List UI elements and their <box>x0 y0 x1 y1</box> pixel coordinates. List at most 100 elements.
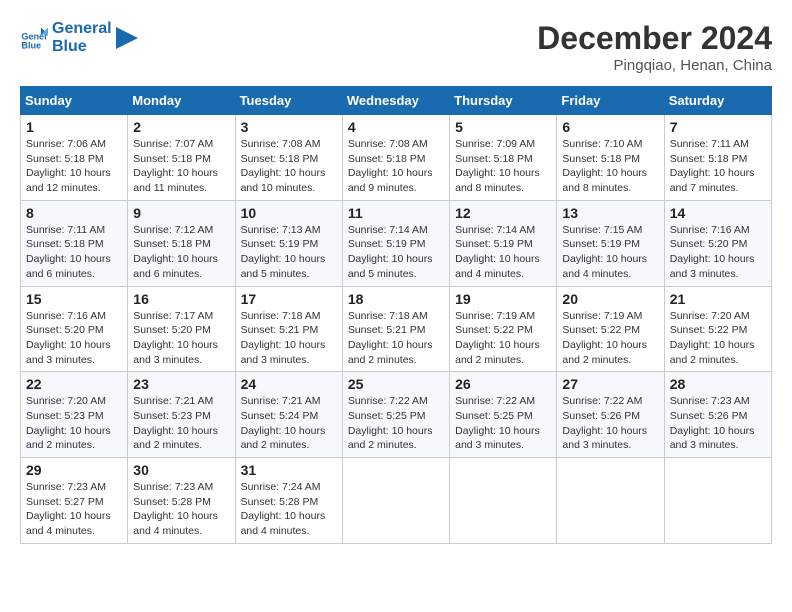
day-number: 2 <box>133 119 229 135</box>
day-info: Sunrise: 7:20 AM Sunset: 5:23 PM Dayligh… <box>26 394 122 453</box>
day-info: Sunrise: 7:19 AM Sunset: 5:22 PM Dayligh… <box>562 309 658 368</box>
day-number: 28 <box>670 376 766 392</box>
title-area: December 2024 Pingqiao, Henan, China <box>537 20 772 74</box>
day-number: 23 <box>133 376 229 392</box>
logo-general: General <box>52 20 112 38</box>
day-number: 7 <box>670 119 766 135</box>
day-number: 18 <box>348 291 444 307</box>
day-number: 11 <box>348 205 444 221</box>
logo-blue: Blue <box>52 38 112 56</box>
calendar-cell: 3 Sunrise: 7:08 AM Sunset: 5:18 PM Daylig… <box>235 115 342 201</box>
calendar-cell: 27Sunrise: 7:22 AM Sunset: 5:26 PM Dayli… <box>557 372 664 458</box>
calendar-cell: 11 Sunrise: 7:14 AM Sunset: 5:19 PM Dayli… <box>342 200 449 286</box>
day-number: 24 <box>241 376 337 392</box>
day-info: Sunrise: 7:06 AM Sunset: 5:18 PM Dayligh… <box>26 137 122 196</box>
day-info: Sunrise: 7:16 AM Sunset: 5:20 PM Dayligh… <box>670 223 766 282</box>
calendar-cell <box>664 458 771 544</box>
day-info: Sunrise: 7:12 AM Sunset: 5:18 PM Dayligh… <box>133 223 229 282</box>
weekday-header-tuesday: Tuesday <box>235 87 342 115</box>
logo-icon: General Blue <box>20 24 48 52</box>
day-info: Sunrise: 7:21 AM Sunset: 5:24 PM Dayligh… <box>241 394 337 453</box>
calendar-cell <box>342 458 449 544</box>
calendar-week-3: 15Sunrise: 7:16 AM Sunset: 5:20 PM Dayli… <box>21 286 772 372</box>
day-number: 15 <box>26 291 122 307</box>
day-info: Sunrise: 7:18 AM Sunset: 5:21 PM Dayligh… <box>348 309 444 368</box>
day-number: 25 <box>348 376 444 392</box>
calendar-cell <box>557 458 664 544</box>
day-number: 17 <box>241 291 337 307</box>
calendar-week-5: 29 Sunrise: 7:23 AM Sunset: 5:27 PM Dayli… <box>21 458 772 544</box>
day-number: 31 <box>241 462 337 478</box>
day-info: Sunrise: 7:23 AM Sunset: 5:28 PM Dayligh… <box>133 480 229 539</box>
weekday-header-friday: Friday <box>557 87 664 115</box>
day-info: Sunrise: 7:14 AM Sunset: 5:19 PM Dayligh… <box>348 223 444 282</box>
day-info: Sunrise: 7:23 AM Sunset: 5:27 PM Dayligh… <box>26 480 122 539</box>
day-info: Sunrise: 7:10 AM Sunset: 5:18 PM Dayligh… <box>562 137 658 196</box>
day-number: 6 <box>562 119 658 135</box>
day-number: 22 <box>26 376 122 392</box>
calendar-cell: 19 Sunrise: 7:19 AM Sunset: 5:22 PM Dayli… <box>450 286 557 372</box>
weekday-header-thursday: Thursday <box>450 87 557 115</box>
day-info: Sunrise: 7:20 AM Sunset: 5:22 PM Dayligh… <box>670 309 766 368</box>
location-subtitle: Pingqiao, Henan, China <box>537 57 772 74</box>
logo-arrow-icon <box>116 27 138 49</box>
day-info: Sunrise: 7:19 AM Sunset: 5:22 PM Dayligh… <box>455 309 551 368</box>
day-info: Sunrise: 7:17 AM Sunset: 5:20 PM Dayligh… <box>133 309 229 368</box>
day-info: Sunrise: 7:18 AM Sunset: 5:21 PM Dayligh… <box>241 309 337 368</box>
calendar-cell: 30Sunrise: 7:23 AM Sunset: 5:28 PM Dayli… <box>128 458 235 544</box>
calendar-cell: 14 Sunrise: 7:16 AM Sunset: 5:20 PM Dayli… <box>664 200 771 286</box>
weekday-header-wednesday: Wednesday <box>342 87 449 115</box>
calendar-cell: 25 Sunrise: 7:22 AM Sunset: 5:25 PM Dayli… <box>342 372 449 458</box>
day-info: Sunrise: 7:14 AM Sunset: 5:19 PM Dayligh… <box>455 223 551 282</box>
day-number: 16 <box>133 291 229 307</box>
day-number: 3 <box>241 119 337 135</box>
weekday-header-saturday: Saturday <box>664 87 771 115</box>
day-number: 4 <box>348 119 444 135</box>
day-info: Sunrise: 7:09 AM Sunset: 5:18 PM Dayligh… <box>455 137 551 196</box>
calendar-cell: 2 Sunrise: 7:07 AM Sunset: 5:18 PM Daylig… <box>128 115 235 201</box>
day-info: Sunrise: 7:08 AM Sunset: 5:18 PM Dayligh… <box>241 137 337 196</box>
day-number: 5 <box>455 119 551 135</box>
weekday-header-monday: Monday <box>128 87 235 115</box>
calendar-cell: 21Sunrise: 7:20 AM Sunset: 5:22 PM Dayli… <box>664 286 771 372</box>
day-number: 12 <box>455 205 551 221</box>
day-info: Sunrise: 7:08 AM Sunset: 5:18 PM Dayligh… <box>348 137 444 196</box>
calendar-week-4: 22 Sunrise: 7:20 AM Sunset: 5:23 PM Dayli… <box>21 372 772 458</box>
day-info: Sunrise: 7:24 AM Sunset: 5:28 PM Dayligh… <box>241 480 337 539</box>
calendar-week-2: 8Sunrise: 7:11 AM Sunset: 5:18 PM Daylig… <box>21 200 772 286</box>
day-number: 29 <box>26 462 122 478</box>
day-number: 1 <box>26 119 122 135</box>
calendar-cell: 28 Sunrise: 7:23 AM Sunset: 5:26 PM Dayli… <box>664 372 771 458</box>
day-number: 19 <box>455 291 551 307</box>
day-info: Sunrise: 7:22 AM Sunset: 5:25 PM Dayligh… <box>348 394 444 453</box>
day-number: 20 <box>562 291 658 307</box>
day-info: Sunrise: 7:23 AM Sunset: 5:26 PM Dayligh… <box>670 394 766 453</box>
calendar-cell: 6 Sunrise: 7:10 AM Sunset: 5:18 PM Daylig… <box>557 115 664 201</box>
calendar-week-1: 1 Sunrise: 7:06 AM Sunset: 5:18 PM Daylig… <box>21 115 772 201</box>
calendar-cell: 29 Sunrise: 7:23 AM Sunset: 5:27 PM Dayli… <box>21 458 128 544</box>
calendar-cell: 12 Sunrise: 7:14 AM Sunset: 5:19 PM Dayli… <box>450 200 557 286</box>
day-number: 27 <box>562 376 658 392</box>
calendar-cell: 1 Sunrise: 7:06 AM Sunset: 5:18 PM Daylig… <box>21 115 128 201</box>
calendar-cell: 7 Sunrise: 7:11 AM Sunset: 5:18 PM Daylig… <box>664 115 771 201</box>
calendar-cell: 4 Sunrise: 7:08 AM Sunset: 5:18 PM Daylig… <box>342 115 449 201</box>
calendar-body: 1 Sunrise: 7:06 AM Sunset: 5:18 PM Daylig… <box>21 115 772 544</box>
day-number: 10 <box>241 205 337 221</box>
day-number: 14 <box>670 205 766 221</box>
day-info: Sunrise: 7:13 AM Sunset: 5:19 PM Dayligh… <box>241 223 337 282</box>
day-info: Sunrise: 7:07 AM Sunset: 5:18 PM Dayligh… <box>133 137 229 196</box>
calendar-cell: 16 Sunrise: 7:17 AM Sunset: 5:20 PM Dayli… <box>128 286 235 372</box>
calendar-cell: 17 Sunrise: 7:18 AM Sunset: 5:21 PM Dayli… <box>235 286 342 372</box>
calendar-cell: 18 Sunrise: 7:18 AM Sunset: 5:21 PM Dayli… <box>342 286 449 372</box>
calendar-cell: 23Sunrise: 7:21 AM Sunset: 5:23 PM Dayli… <box>128 372 235 458</box>
svg-text:Blue: Blue <box>21 40 41 50</box>
day-info: Sunrise: 7:15 AM Sunset: 5:19 PM Dayligh… <box>562 223 658 282</box>
calendar-cell: 22 Sunrise: 7:20 AM Sunset: 5:23 PM Dayli… <box>21 372 128 458</box>
calendar-cell: 26Sunrise: 7:22 AM Sunset: 5:25 PM Dayli… <box>450 372 557 458</box>
day-number: 9 <box>133 205 229 221</box>
weekday-header-sunday: Sunday <box>21 87 128 115</box>
calendar-cell: 5 Sunrise: 7:09 AM Sunset: 5:18 PM Daylig… <box>450 115 557 201</box>
day-info: Sunrise: 7:11 AM Sunset: 5:18 PM Dayligh… <box>670 137 766 196</box>
calendar-cell: 20 Sunrise: 7:19 AM Sunset: 5:22 PM Dayli… <box>557 286 664 372</box>
calendar-cell: 10 Sunrise: 7:13 AM Sunset: 5:19 PM Dayli… <box>235 200 342 286</box>
